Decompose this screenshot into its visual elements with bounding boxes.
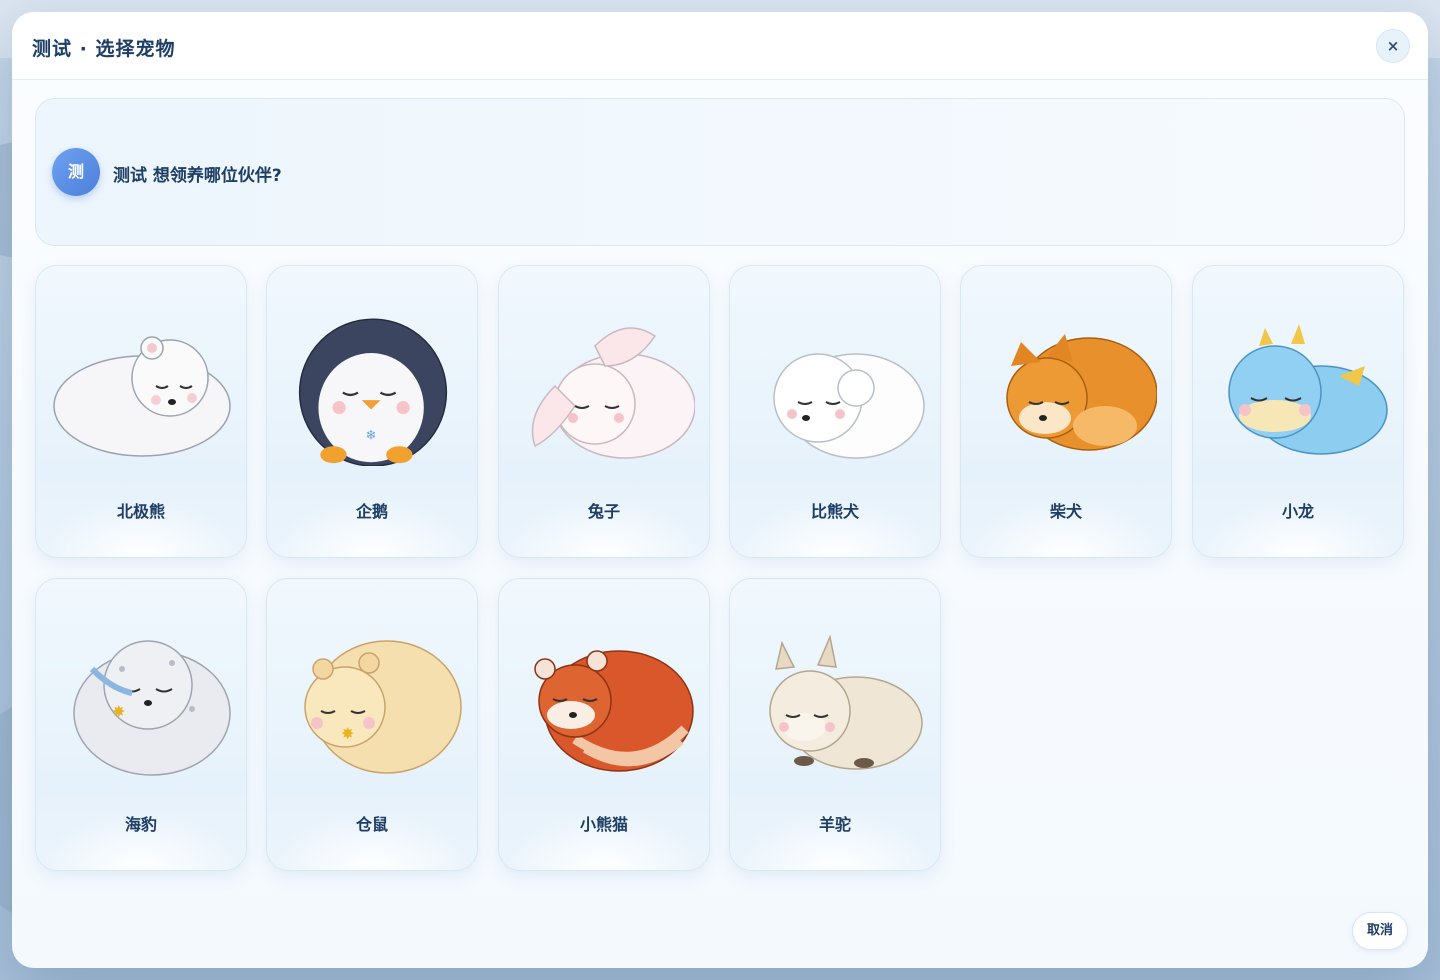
dialog-header: 测试 · 选择宠物 ×: [12, 12, 1428, 80]
pet-name: 比熊犬: [810, 502, 859, 521]
pet-name: 北极熊: [116, 502, 165, 521]
penguin-icon: ❄: [298, 318, 448, 466]
pet-name: 兔子: [587, 502, 620, 521]
pet-card-hamster[interactable]: ✸ 仓鼠: [266, 578, 478, 871]
pet-name: 柴犬: [1049, 502, 1082, 521]
pet-name: 仓鼠: [355, 815, 388, 834]
seal-icon: ✸: [73, 640, 231, 776]
avatar: 测: [52, 148, 100, 196]
pet-card-polar-bear[interactable]: 北极熊: [35, 265, 247, 558]
alpaca-icon: [769, 634, 923, 770]
svg-text:❄: ❄: [365, 429, 376, 444]
rabbit-icon: [531, 327, 695, 459]
question-banner: 测 测试 想领养哪位伙伴?: [35, 98, 1405, 246]
shiba-icon: [1006, 334, 1157, 451]
pet-card-bichon[interactable]: 比熊犬: [729, 265, 941, 558]
question-text: 测试 想领养哪位伙伴?: [113, 166, 282, 186]
pet-name: 羊驼: [818, 815, 851, 834]
svg-text:✸: ✸: [112, 702, 125, 721]
pet-name: 小熊猫: [579, 815, 628, 834]
svg-text:✸: ✸: [341, 724, 354, 743]
pet-name: 小龙: [1281, 502, 1314, 521]
dragon-icon: [1228, 324, 1388, 455]
select-pet-dialog: 测试 · 选择宠物 × 测 测试 想领养哪位伙伴? 北极熊 ❄ 企鹅 兔子 比熊…: [12, 12, 1428, 968]
polar-bear-icon: [53, 336, 231, 457]
dialog-title: 测试 · 选择宠物: [32, 38, 176, 60]
hamster-icon: ✸: [304, 640, 462, 774]
close-button[interactable]: ×: [1376, 29, 1410, 63]
pet-card-penguin[interactable]: ❄ 企鹅: [266, 265, 478, 558]
pet-name: 海豹: [124, 815, 157, 834]
bichon-icon: [773, 353, 925, 459]
pet-card-red-panda[interactable]: 小熊猫: [498, 578, 710, 871]
pet-card-seal[interactable]: ✸ 海豹: [35, 578, 247, 871]
pet-name: 企鹅: [355, 502, 388, 521]
pet-card-shiba[interactable]: 柴犬: [960, 265, 1172, 558]
pet-card-rabbit[interactable]: 兔子: [498, 265, 710, 558]
pet-card-dragon[interactable]: 小龙: [1192, 265, 1404, 558]
cancel-button[interactable]: 取消: [1352, 912, 1408, 950]
red-panda-icon: [534, 650, 694, 772]
pet-card-alpaca[interactable]: 羊驼: [729, 578, 941, 871]
